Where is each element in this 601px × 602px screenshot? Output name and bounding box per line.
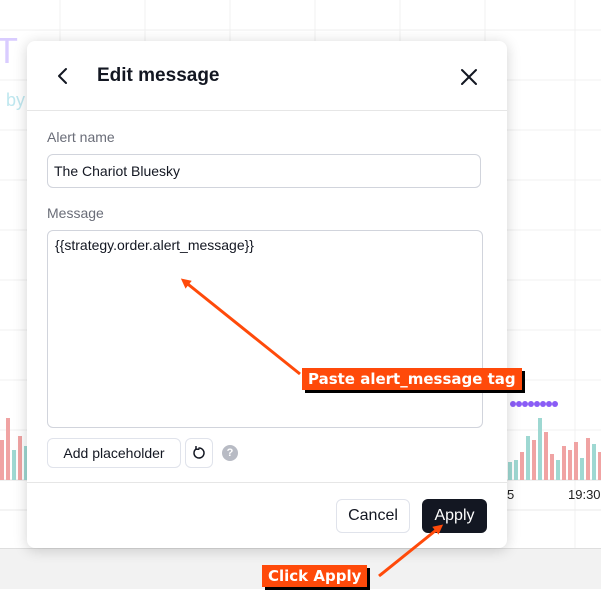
click-apply-callout: Click Apply xyxy=(262,565,368,587)
apply-button[interactable]: Apply xyxy=(422,499,487,533)
message-label: Message xyxy=(47,205,104,221)
dialog-header: Edit message xyxy=(27,41,507,111)
reset-icon xyxy=(193,446,205,459)
message-textarea[interactable]: {{strategy.order.alert_message}} xyxy=(47,230,483,428)
paste-tag-callout: Paste alert_message tag xyxy=(302,368,522,390)
reset-button[interactable] xyxy=(185,438,213,468)
time-axis-label: 5 xyxy=(507,487,515,502)
dialog-title: Edit message xyxy=(97,65,220,86)
background-chart-title-fragment: T xyxy=(0,30,18,71)
alert-name-label: Alert name xyxy=(47,129,115,145)
cancel-button[interactable]: Cancel xyxy=(336,499,410,533)
help-icon[interactable]: ? xyxy=(222,445,238,461)
add-placeholder-button[interactable]: Add placeholder xyxy=(47,438,181,468)
chevron-left-icon[interactable] xyxy=(55,65,71,87)
background-chart-subtitle-fragment: by xyxy=(6,90,26,110)
time-axis-label: 19:30 xyxy=(568,487,601,502)
footer-divider xyxy=(27,482,507,483)
close-icon[interactable] xyxy=(459,67,479,87)
edit-message-dialog: Edit message Alert name The Chariot Blue… xyxy=(27,41,507,548)
alert-name-input[interactable]: The Chariot Bluesky xyxy=(47,154,481,188)
